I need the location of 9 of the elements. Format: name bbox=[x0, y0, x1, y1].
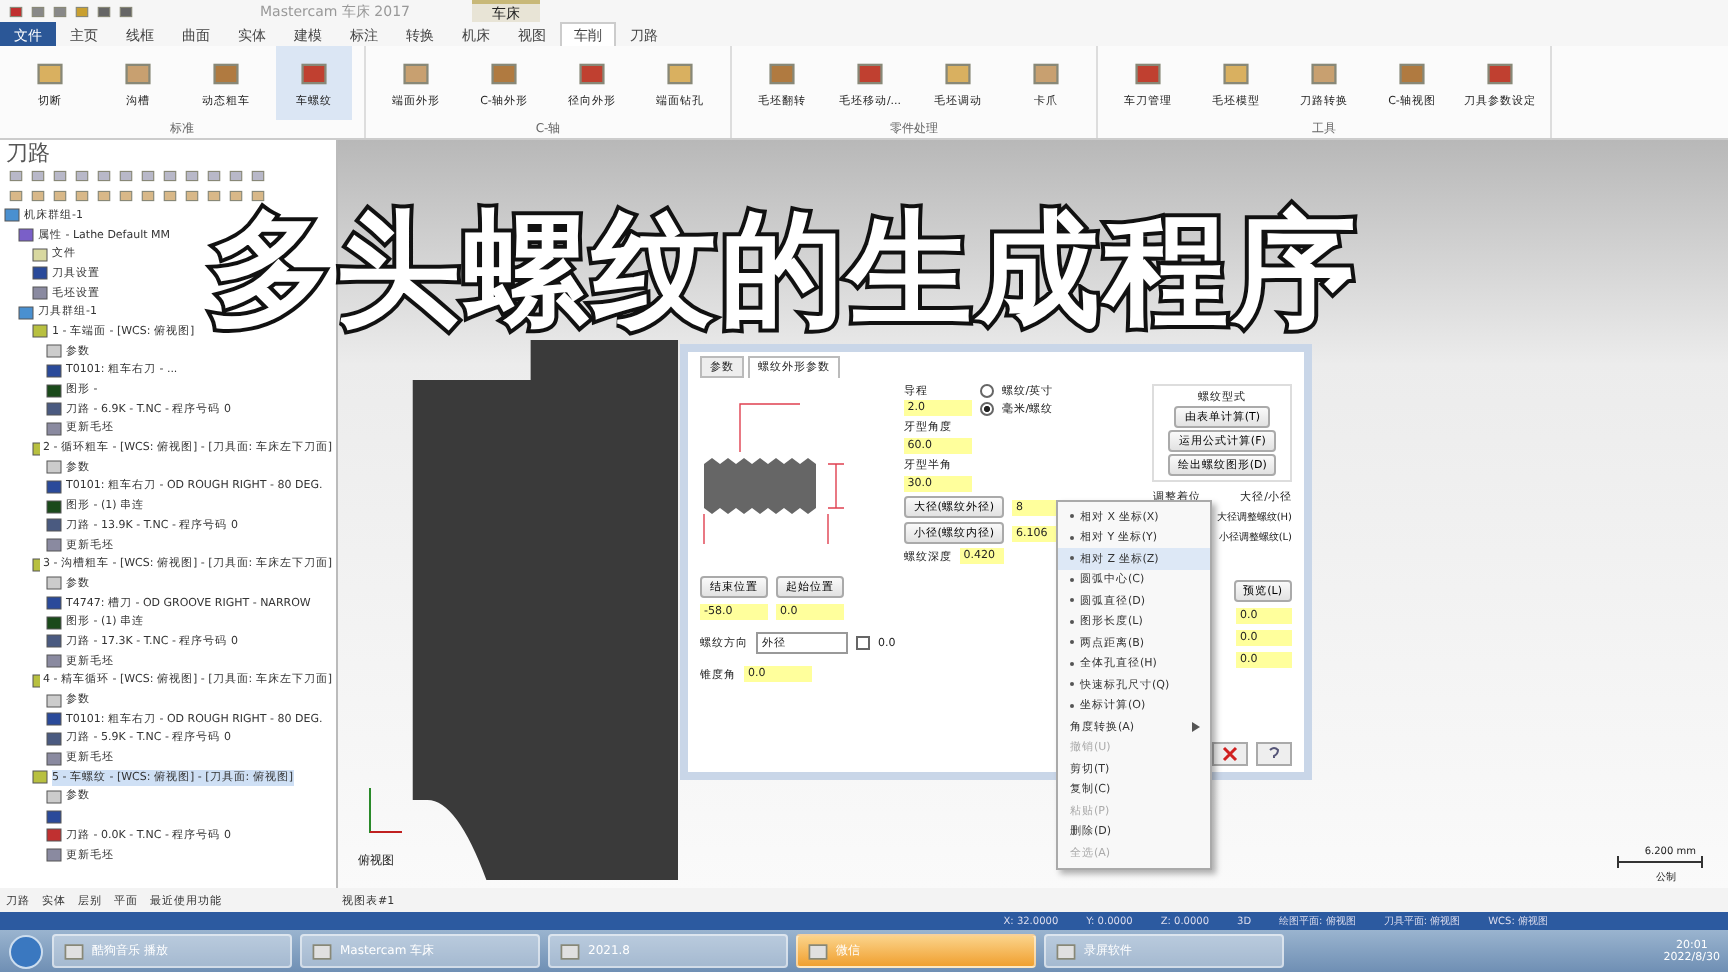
submenu-arrow-icon bbox=[1192, 721, 1200, 732]
radio-button[interactable] bbox=[979, 384, 994, 398]
scale-bar bbox=[1616, 856, 1704, 868]
help-button[interactable] bbox=[1256, 742, 1292, 766]
checkbox[interactable] bbox=[856, 636, 870, 650]
start-button[interactable] bbox=[8, 933, 44, 969]
panel-title: 刀路 bbox=[4, 140, 52, 166]
radio-button[interactable] bbox=[979, 402, 994, 416]
cancel-button[interactable] bbox=[1212, 742, 1248, 766]
